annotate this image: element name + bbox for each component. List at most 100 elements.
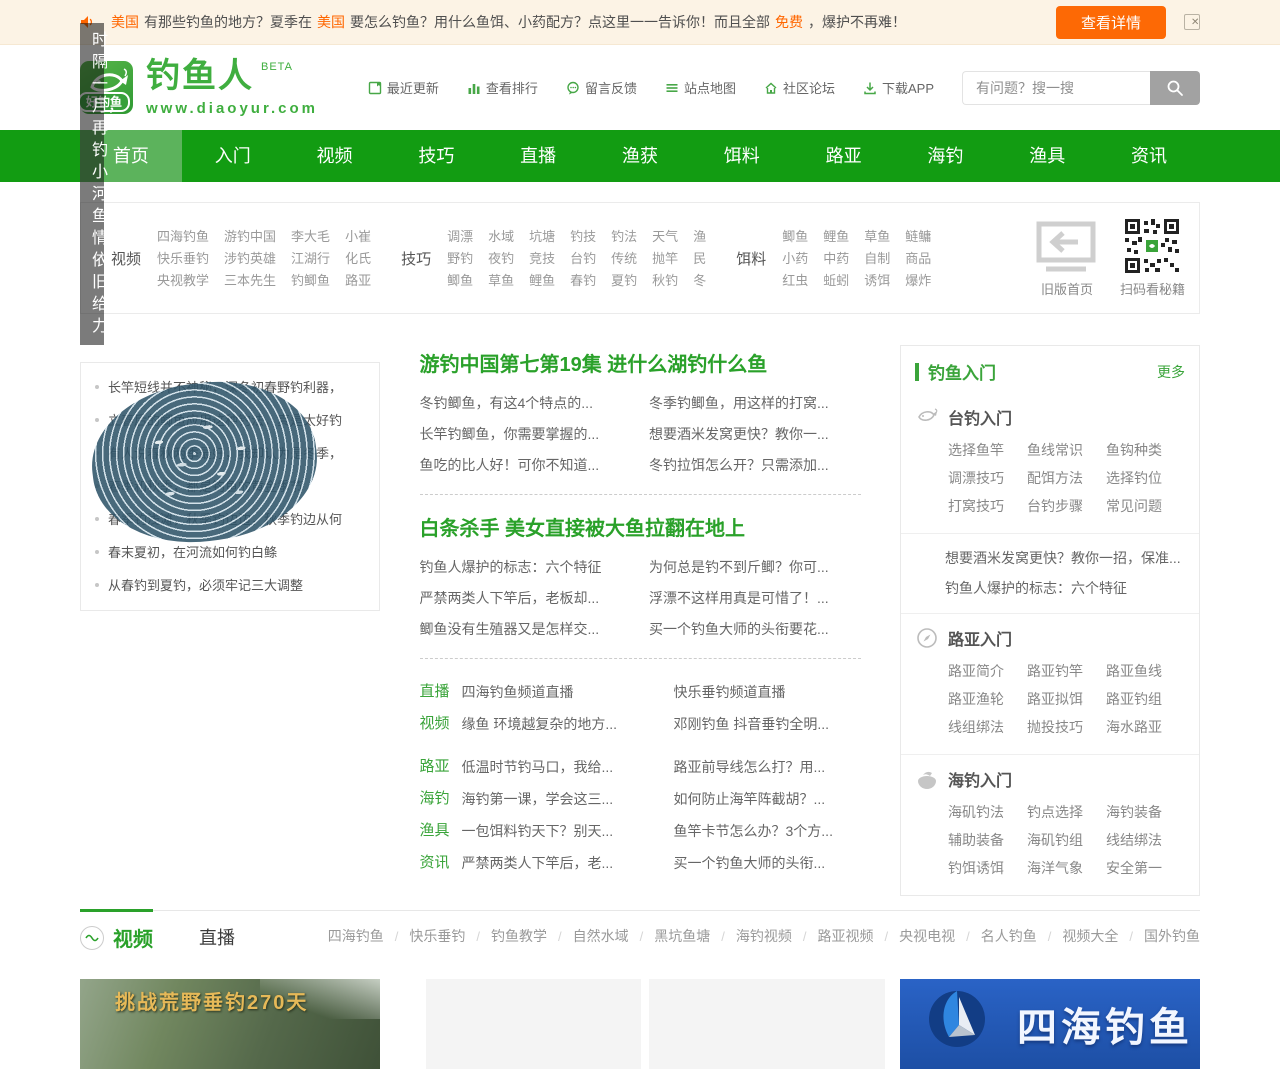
sidebar-link[interactable]: 常见问题 — [1106, 492, 1185, 520]
video-category-link[interactable]: 钓鱼教学 — [465, 926, 547, 946]
category-label-link[interactable]: 资讯 — [420, 847, 462, 879]
quick-link[interactable]: 四海钓鱼 — [157, 226, 209, 247]
video-category-link[interactable]: 海钓视频 — [710, 926, 792, 946]
quick-link[interactable]: 抛竿 — [652, 248, 678, 269]
article-link[interactable]: 长竿钓鲫鱼，你需要掌握的... — [420, 419, 632, 450]
quick-link[interactable]: 诱饵 — [864, 270, 890, 291]
sidebar-link[interactable]: 辅助装备 — [948, 826, 1027, 854]
feature-headline[interactable]: 白条杀手 美女直接被大鱼拉翻在地上 — [420, 512, 861, 541]
quick-link[interactable]: 化氏 — [345, 248, 371, 269]
nav-tab[interactable]: 饵料 — [691, 130, 793, 182]
article-link[interactable]: 快乐垂钓频道直播 — [674, 676, 886, 708]
sidebar-link[interactable]: 抛投技巧 — [1027, 713, 1106, 741]
tab-live[interactable]: 直播 — [199, 911, 235, 950]
sidebar-link[interactable]: 钓饵诱饵 — [948, 854, 1027, 882]
video-thumbnail[interactable] — [426, 979, 641, 1069]
article-link[interactable]: 邓刚钓鱼 抖音垂钓全明... — [674, 708, 886, 740]
video-thumbnail[interactable] — [649, 979, 885, 1069]
old-version-home-link[interactable]: 旧版首页 — [1036, 218, 1098, 298]
quick-link[interactable]: 民 — [693, 248, 706, 269]
category-label-link[interactable]: 海钓 — [420, 783, 462, 815]
community-forum-link[interactable]: 社区论坛 — [764, 78, 835, 97]
sidebar-link[interactable]: 路亚拟饵 — [1027, 685, 1106, 713]
quick-link[interactable]: 水域 — [488, 226, 514, 247]
article-link[interactable]: 四海钓鱼频道直播 — [462, 676, 674, 708]
quick-link[interactable]: 草鱼 — [864, 226, 890, 247]
sidebar-link[interactable]: 路亚鱼线 — [1106, 657, 1185, 685]
sidebar-link[interactable]: 鱼钩种类 — [1106, 436, 1185, 464]
sidebar-link[interactable]: 路亚渔轮 — [948, 685, 1027, 713]
feature-headline[interactable]: 游钓中国第七第19集 进什么湖钓什么鱼 — [420, 348, 861, 377]
quick-link[interactable]: 钓鲫鱼 — [291, 270, 330, 291]
sidebar-link[interactable]: 线组绑法 — [948, 713, 1027, 741]
video-category-link[interactable]: 黑坑鱼塘 — [629, 926, 711, 946]
sidebar-link[interactable]: 钓点选择 — [1027, 798, 1106, 826]
nav-tab[interactable]: 入门 — [182, 130, 284, 182]
nav-tab[interactable]: 资讯 — [1098, 130, 1200, 182]
quick-link[interactable]: 爆炸 — [905, 270, 931, 291]
video-category-link[interactable]: 路亚视频 — [792, 926, 874, 946]
quick-link[interactable]: 李大毛 — [291, 226, 330, 247]
quick-link[interactable]: 蚯蚓 — [823, 270, 849, 291]
article-link[interactable]: 鱼吃的比人好！可你不知道... — [420, 450, 632, 481]
download-app-link[interactable]: 下载APP — [863, 78, 934, 97]
sidebar-link[interactable]: 配饵方法 — [1027, 464, 1106, 492]
search-button[interactable] — [1150, 71, 1200, 105]
quick-link[interactable]: 中药 — [823, 248, 849, 269]
quick-link[interactable]: 游钓中国 — [224, 226, 276, 247]
article-link[interactable]: 海钓第一课，学会这三... — [462, 783, 674, 815]
article-link[interactable]: 如何防止海竿阵截胡？... — [674, 783, 886, 815]
quick-link[interactable]: 台钓 — [570, 248, 596, 269]
article-link[interactable]: 严禁两类人下竿后，老板却... — [420, 583, 632, 614]
quick-link[interactable]: 央视教学 — [157, 270, 209, 291]
quick-link[interactable]: 秋钓 — [652, 270, 678, 291]
quick-link[interactable]: 鲤鱼 — [823, 226, 849, 247]
article-link[interactable]: 鱼竿卡节怎么办？3个方... — [674, 815, 886, 847]
article-link[interactable]: 浮漂不这样用真是可惜了！... — [649, 583, 861, 614]
sidebar-link[interactable]: 海洋气象 — [1027, 854, 1106, 882]
search-input[interactable] — [962, 71, 1150, 105]
sidebar-link[interactable]: 鱼线常识 — [1027, 436, 1106, 464]
category-label-link[interactable]: 视频 — [420, 708, 462, 740]
article-link[interactable]: 一包饵料钓天下？别天... — [462, 815, 674, 847]
article-link[interactable]: 缘鱼 环境越复杂的地方... — [462, 708, 674, 740]
quick-link[interactable]: 商品 — [905, 248, 931, 269]
video-category-link[interactable]: 视频大全 — [1037, 926, 1119, 946]
recent-updates-link[interactable]: 最近更新 — [368, 78, 439, 97]
quick-link[interactable]: 夜钓 — [488, 248, 514, 269]
category-label-link[interactable]: 路亚 — [420, 751, 462, 783]
video-thumbnail[interactable]: 四海钓鱼 — [900, 979, 1200, 1069]
sidebar-link[interactable]: 海水路亚 — [1106, 713, 1185, 741]
category-label-link[interactable]: 渔具 — [420, 815, 462, 847]
nav-tab[interactable]: 视频 — [284, 130, 386, 182]
nav-tab[interactable]: 海钓 — [895, 130, 997, 182]
article-link[interactable]: 想要酒米发窝更快？教你一招，保准... — [945, 543, 1185, 573]
nav-tab[interactable]: 路亚 — [793, 130, 895, 182]
quick-link[interactable]: 钓法 — [611, 226, 637, 247]
quick-link[interactable]: 小崔 — [345, 226, 371, 247]
sidebar-link[interactable]: 路亚钓竿 — [1027, 657, 1106, 685]
video-category-link[interactable]: 国外钓鱼 — [1118, 926, 1200, 946]
article-link[interactable]: 春末夏初，在河流如何钓白鲦 — [95, 536, 365, 569]
quick-link[interactable]: 三本先生 — [224, 270, 276, 291]
promo-cta-button[interactable]: 查看详情 — [1056, 6, 1166, 39]
article-link[interactable]: 冬钓鲫鱼，有这4个特点的... — [420, 388, 632, 419]
quick-link[interactable]: 钓技 — [570, 226, 596, 247]
more-link[interactable]: 更多 — [1157, 362, 1185, 382]
quick-link[interactable]: 鲫鱼 — [782, 226, 808, 247]
feedback-link[interactable]: 留言反馈 — [566, 78, 637, 97]
quick-link[interactable]: 自制 — [864, 248, 890, 269]
quick-link[interactable]: 竞技 — [529, 248, 555, 269]
nav-tab[interactable]: 直播 — [487, 130, 589, 182]
sidebar-link[interactable]: 海矶钓法 — [948, 798, 1027, 826]
quick-link[interactable]: 江湖行 — [291, 248, 330, 269]
article-link[interactable]: 低温时节钓马口，我给... — [462, 751, 674, 783]
quick-link[interactable]: 传统 — [611, 248, 637, 269]
sidebar-link[interactable]: 调漂技巧 — [948, 464, 1027, 492]
article-link[interactable]: 鲫鱼没有生殖器又是怎样交... — [420, 614, 632, 645]
nav-tab[interactable]: 渔获 — [589, 130, 691, 182]
article-link[interactable]: 冬钓拉饵怎么开？只需添加... — [649, 450, 861, 481]
quick-link[interactable]: 渔 — [693, 226, 706, 247]
quick-link[interactable]: 涉钓英雄 — [224, 248, 276, 269]
quick-link[interactable]: 快乐垂钓 — [157, 248, 209, 269]
